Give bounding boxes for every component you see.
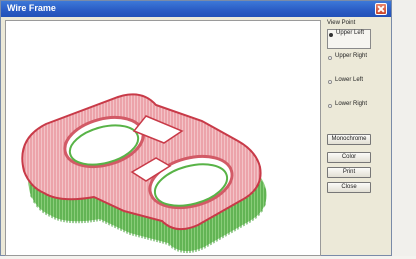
color-button[interactable]: Color [327,152,371,163]
wireframe-view[interactable] [5,20,321,256]
radio-dot-icon [328,80,332,84]
view-option-label: Lower Left [335,77,364,83]
window-title: Wire Frame [7,3,56,13]
view-option-label: Lower Right [335,101,368,107]
view-option-label: Upper Right [335,53,368,59]
radio-dot-icon [329,33,333,37]
view-option-upper-right[interactable]: Upper Right [327,53,371,73]
view-option-lower-right[interactable]: Lower Right [327,101,371,121]
wireframe-plot [21,93,267,254]
wire-frame-window: Wire Frame View Point Upper Left Upper R… [0,0,392,256]
title-bar[interactable]: Wire Frame [1,1,391,17]
close-window-icon[interactable] [375,3,387,15]
radio-dot-icon [328,104,332,108]
radio-dot-icon [328,56,332,60]
view-option-lower-left[interactable]: Lower Left [327,77,371,97]
view-point-group: View Point Upper Left Upper Right Lower … [327,20,371,125]
monochrome-button[interactable]: Monochrome [327,134,371,145]
view-option-upper-left[interactable]: Upper Left [327,29,371,49]
view-option-label: Upper Left [336,30,365,36]
print-button[interactable]: Print [327,167,371,178]
view-point-label: View Point [327,20,356,26]
close-button[interactable]: Close [327,182,371,193]
background-area [392,0,416,256]
